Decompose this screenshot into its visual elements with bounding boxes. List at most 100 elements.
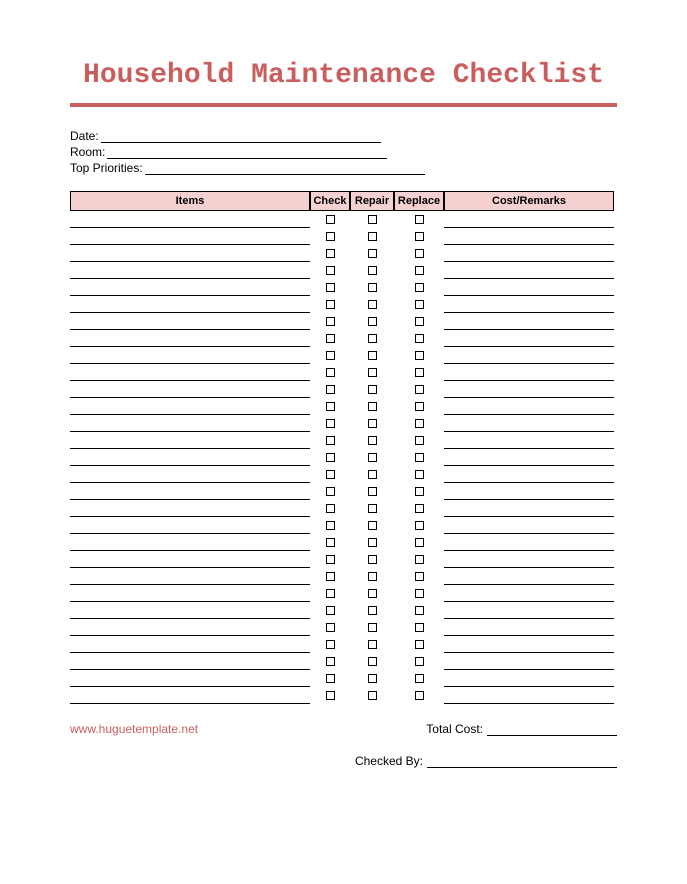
- repair-checkbox[interactable]: [368, 657, 377, 666]
- item-input[interactable]: [70, 279, 310, 296]
- check-checkbox[interactable]: [326, 215, 335, 224]
- check-checkbox[interactable]: [326, 300, 335, 309]
- cost-input[interactable]: [444, 585, 614, 602]
- cost-input[interactable]: [444, 687, 614, 704]
- repair-checkbox[interactable]: [368, 334, 377, 343]
- replace-checkbox[interactable]: [415, 572, 424, 581]
- repair-checkbox[interactable]: [368, 419, 377, 428]
- check-checkbox[interactable]: [326, 385, 335, 394]
- replace-checkbox[interactable]: [415, 674, 424, 683]
- check-checkbox[interactable]: [326, 368, 335, 377]
- item-input[interactable]: [70, 500, 310, 517]
- item-input[interactable]: [70, 398, 310, 415]
- check-checkbox[interactable]: [326, 232, 335, 241]
- replace-checkbox[interactable]: [415, 657, 424, 666]
- item-input[interactable]: [70, 228, 310, 245]
- item-input[interactable]: [70, 687, 310, 704]
- date-input[interactable]: [101, 129, 381, 143]
- replace-checkbox[interactable]: [415, 300, 424, 309]
- cost-input[interactable]: [444, 466, 614, 483]
- replace-checkbox[interactable]: [415, 419, 424, 428]
- cost-input[interactable]: [444, 534, 614, 551]
- cost-input[interactable]: [444, 568, 614, 585]
- repair-checkbox[interactable]: [368, 215, 377, 224]
- repair-checkbox[interactable]: [368, 606, 377, 615]
- check-checkbox[interactable]: [326, 691, 335, 700]
- item-input[interactable]: [70, 568, 310, 585]
- item-input[interactable]: [70, 432, 310, 449]
- check-checkbox[interactable]: [326, 334, 335, 343]
- repair-checkbox[interactable]: [368, 453, 377, 462]
- cost-input[interactable]: [444, 415, 614, 432]
- cost-input[interactable]: [444, 364, 614, 381]
- replace-checkbox[interactable]: [415, 351, 424, 360]
- check-checkbox[interactable]: [326, 589, 335, 598]
- cost-input[interactable]: [444, 670, 614, 687]
- check-checkbox[interactable]: [326, 572, 335, 581]
- replace-checkbox[interactable]: [415, 402, 424, 411]
- check-checkbox[interactable]: [326, 623, 335, 632]
- check-checkbox[interactable]: [326, 436, 335, 445]
- repair-checkbox[interactable]: [368, 487, 377, 496]
- item-input[interactable]: [70, 449, 310, 466]
- replace-checkbox[interactable]: [415, 487, 424, 496]
- check-checkbox[interactable]: [326, 504, 335, 513]
- cost-input[interactable]: [444, 228, 614, 245]
- replace-checkbox[interactable]: [415, 317, 424, 326]
- item-input[interactable]: [70, 517, 310, 534]
- cost-input[interactable]: [444, 398, 614, 415]
- replace-checkbox[interactable]: [415, 691, 424, 700]
- repair-checkbox[interactable]: [368, 317, 377, 326]
- cost-input[interactable]: [444, 432, 614, 449]
- item-input[interactable]: [70, 585, 310, 602]
- replace-checkbox[interactable]: [415, 283, 424, 292]
- repair-checkbox[interactable]: [368, 402, 377, 411]
- replace-checkbox[interactable]: [415, 589, 424, 598]
- check-checkbox[interactable]: [326, 487, 335, 496]
- cost-input[interactable]: [444, 381, 614, 398]
- cost-input[interactable]: [444, 347, 614, 364]
- repair-checkbox[interactable]: [368, 504, 377, 513]
- repair-checkbox[interactable]: [368, 436, 377, 445]
- replace-checkbox[interactable]: [415, 623, 424, 632]
- check-checkbox[interactable]: [326, 402, 335, 411]
- check-checkbox[interactable]: [326, 657, 335, 666]
- repair-checkbox[interactable]: [368, 470, 377, 479]
- replace-checkbox[interactable]: [415, 266, 424, 275]
- replace-checkbox[interactable]: [415, 436, 424, 445]
- repair-checkbox[interactable]: [368, 300, 377, 309]
- replace-checkbox[interactable]: [415, 521, 424, 530]
- replace-checkbox[interactable]: [415, 368, 424, 377]
- repair-checkbox[interactable]: [368, 589, 377, 598]
- repair-checkbox[interactable]: [368, 538, 377, 547]
- item-input[interactable]: [70, 534, 310, 551]
- repair-checkbox[interactable]: [368, 572, 377, 581]
- cost-input[interactable]: [444, 449, 614, 466]
- repair-checkbox[interactable]: [368, 385, 377, 394]
- item-input[interactable]: [70, 245, 310, 262]
- cost-input[interactable]: [444, 636, 614, 653]
- cost-input[interactable]: [444, 245, 614, 262]
- item-input[interactable]: [70, 262, 310, 279]
- cost-input[interactable]: [444, 279, 614, 296]
- check-checkbox[interactable]: [326, 249, 335, 258]
- item-input[interactable]: [70, 602, 310, 619]
- replace-checkbox[interactable]: [415, 538, 424, 547]
- item-input[interactable]: [70, 670, 310, 687]
- check-checkbox[interactable]: [326, 470, 335, 479]
- checked-by-input[interactable]: [427, 754, 617, 768]
- replace-checkbox[interactable]: [415, 555, 424, 564]
- priorities-input[interactable]: [145, 161, 425, 175]
- cost-input[interactable]: [444, 296, 614, 313]
- repair-checkbox[interactable]: [368, 555, 377, 564]
- check-checkbox[interactable]: [326, 640, 335, 649]
- item-input[interactable]: [70, 381, 310, 398]
- check-checkbox[interactable]: [326, 521, 335, 530]
- item-input[interactable]: [70, 619, 310, 636]
- check-checkbox[interactable]: [326, 419, 335, 428]
- replace-checkbox[interactable]: [415, 215, 424, 224]
- cost-input[interactable]: [444, 211, 614, 228]
- repair-checkbox[interactable]: [368, 674, 377, 683]
- cost-input[interactable]: [444, 483, 614, 500]
- check-checkbox[interactable]: [326, 538, 335, 547]
